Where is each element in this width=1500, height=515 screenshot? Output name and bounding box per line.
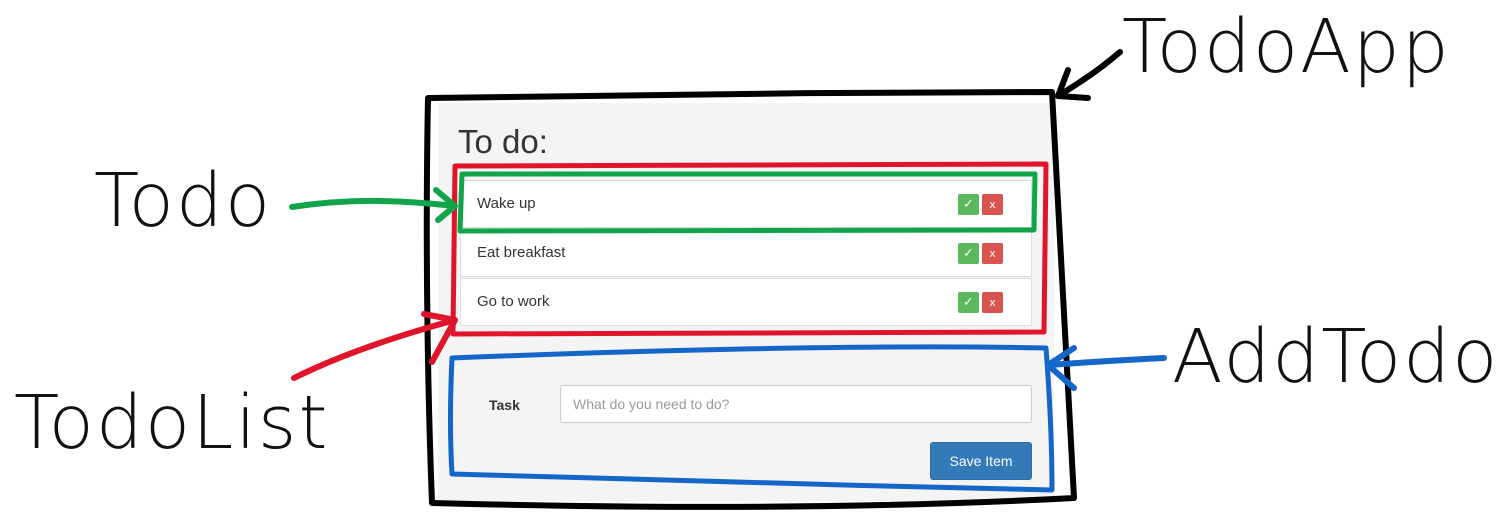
todo-item: Eat breakfast ✓ x — [460, 229, 1032, 277]
todo-arrow — [289, 187, 458, 223]
delete-button[interactable]: x — [982, 194, 1003, 215]
todo-text: Eat breakfast — [477, 244, 566, 261]
todolist-annotation-label: TodoList — [14, 380, 330, 466]
todoapp-arrow — [1055, 49, 1123, 101]
todo-item: Go to work ✓ x — [460, 278, 1032, 326]
todoapp-annotation-label: TodoApp — [1122, 4, 1451, 90]
addtodo-annotation-label: AddTodo — [1172, 314, 1500, 400]
addtodo-arrow — [1045, 345, 1167, 391]
done-button[interactable]: ✓ — [958, 243, 979, 264]
todo-text: Wake up — [477, 195, 536, 212]
done-button[interactable]: ✓ — [958, 292, 979, 313]
todo-item: Wake up ✓ x — [460, 180, 1032, 228]
task-label: Task — [489, 397, 520, 413]
todo-text: Go to work — [477, 293, 550, 310]
done-button[interactable]: ✓ — [958, 194, 979, 215]
save-item-button[interactable]: Save Item — [930, 442, 1032, 480]
task-input[interactable] — [560, 385, 1032, 423]
todo-annotation-label: Todo — [94, 158, 273, 244]
delete-button[interactable]: x — [982, 243, 1003, 264]
app-title: To do: — [458, 123, 548, 160]
todolist-arrow — [291, 311, 458, 381]
delete-button[interactable]: x — [982, 292, 1003, 313]
